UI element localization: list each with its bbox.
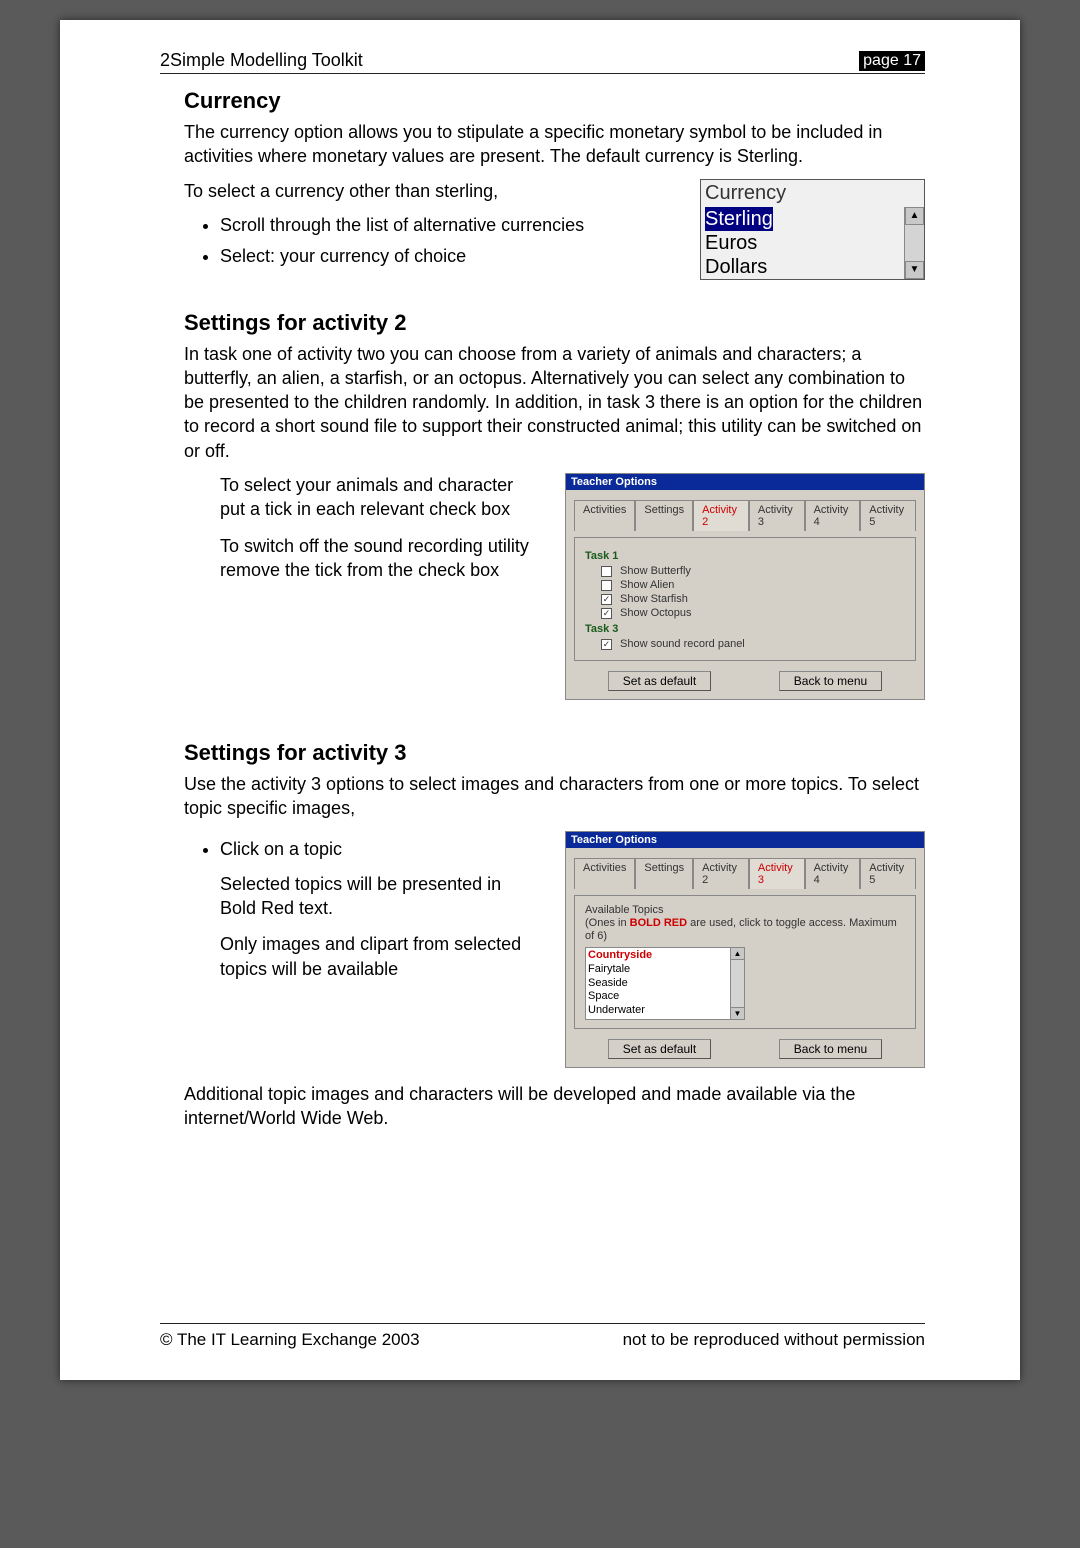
- currency-lead: To select a currency other than sterling…: [184, 179, 670, 203]
- tab-activities[interactable]: Activities: [574, 500, 635, 531]
- doc-title: 2Simple Modelling Toolkit: [160, 50, 363, 71]
- checkbox-row-alien[interactable]: Show Alien: [601, 579, 905, 591]
- checkbox-label: Show Alien: [620, 579, 674, 591]
- topics-hint: (Ones in BOLD RED are used, click to tog…: [585, 917, 905, 943]
- topic-space[interactable]: Space: [588, 990, 728, 1004]
- tab-activity-3[interactable]: Activity 3: [749, 500, 805, 531]
- checkbox-icon[interactable]: ✓: [601, 594, 612, 605]
- checkbox-label: Show Octopus: [620, 607, 692, 619]
- activity2-instruction-1: To select your animals and character put…: [220, 473, 535, 522]
- back-to-menu-button[interactable]: Back to menu: [779, 671, 882, 691]
- checkbox-icon[interactable]: ✓: [601, 639, 612, 650]
- teacher-options-panel-act3: Teacher Options Activities Settings Acti…: [565, 831, 925, 1068]
- tab-content-act3: Available Topics (Ones in BOLD RED are u…: [574, 895, 916, 1029]
- topic-countryside[interactable]: Countryside: [588, 949, 728, 963]
- teacher-options-panel-act2: Teacher Options Activities Settings Acti…: [565, 473, 925, 700]
- topic-fairytale[interactable]: Fairytale: [588, 963, 728, 977]
- activity3-note-1: Selected topics will be presented in Bol…: [220, 872, 535, 921]
- task1-label: Task 1: [585, 550, 905, 562]
- tab-activity-2[interactable]: Activity 2: [693, 500, 749, 531]
- scroll-up-icon[interactable]: ▲: [731, 948, 744, 960]
- checkbox-icon[interactable]: [601, 566, 612, 577]
- currency-heading: Currency: [184, 88, 925, 114]
- topic-underwater[interactable]: Underwater: [588, 1004, 728, 1018]
- set-default-button[interactable]: Set as default: [608, 671, 711, 691]
- page-number-tag: page 17: [859, 51, 925, 71]
- back-to-menu-button[interactable]: Back to menu: [779, 1039, 882, 1059]
- checkbox-label: Show Starfish: [620, 593, 688, 605]
- activity3-intro: Use the activity 3 options to select ima…: [184, 772, 925, 821]
- checkbox-row-butterfly[interactable]: Show Butterfly: [601, 565, 905, 577]
- activity3-step-1: Click on a topic: [220, 837, 535, 862]
- tab-activities[interactable]: Activities: [574, 858, 635, 889]
- checkbox-icon[interactable]: ✓: [601, 608, 612, 619]
- tab-strip: Activities Settings Activity 2 Activity …: [574, 858, 916, 889]
- footer-copyright: © The IT Learning Exchange 2003: [160, 1330, 420, 1350]
- topic-seaside[interactable]: Seaside: [588, 977, 728, 991]
- checkbox-row-starfish[interactable]: ✓ Show Starfish: [601, 593, 905, 605]
- tab-settings[interactable]: Settings: [635, 858, 693, 889]
- task3-label: Task 3: [585, 623, 905, 635]
- panel-titlebar: Teacher Options: [566, 832, 924, 848]
- activity3-note-2: Only images and clipart from selected to…: [220, 932, 535, 981]
- tab-activity-4[interactable]: Activity 4: [805, 500, 861, 531]
- checkbox-icon[interactable]: [601, 580, 612, 591]
- checkbox-label: Show sound record panel: [620, 638, 745, 650]
- activity2-instruction-2: To switch off the sound recording utilit…: [220, 534, 535, 583]
- activity2-heading: Settings for activity 2: [184, 310, 925, 336]
- scroll-down-icon[interactable]: ▼: [905, 261, 924, 279]
- checkbox-row-octopus[interactable]: ✓ Show Octopus: [601, 607, 905, 619]
- activity3-outro: Additional topic images and characters w…: [184, 1082, 925, 1131]
- currency-selector: Currency Sterling Euros Dollars ▲ ▼: [700, 179, 925, 280]
- tab-activity-2[interactable]: Activity 2: [693, 858, 749, 889]
- currency-step-2: Select: your currency of choice: [220, 244, 670, 269]
- footer-notice: not to be reproduced without permission: [623, 1330, 925, 1350]
- activity2-intro: In task one of activity two you can choo…: [184, 342, 925, 463]
- scroll-up-icon[interactable]: ▲: [905, 207, 924, 225]
- tab-strip: Activities Settings Activity 2 Activity …: [574, 500, 916, 531]
- currency-scrollbar[interactable]: ▲ ▼: [904, 207, 924, 279]
- tab-content-act2: Task 1 Show Butterfly Show Alien ✓ Show S…: [574, 537, 916, 661]
- currency-option-sterling[interactable]: Sterling: [701, 207, 904, 231]
- available-topics-label: Available Topics: [585, 904, 905, 917]
- currency-option-euros[interactable]: Euros: [701, 231, 904, 255]
- listbox-scrollbar[interactable]: ▲ ▼: [731, 947, 745, 1020]
- checkbox-label: Show Butterfly: [620, 565, 691, 577]
- currency-option-dollars[interactable]: Dollars: [701, 255, 904, 279]
- activity3-heading: Settings for activity 3: [184, 740, 925, 766]
- tab-activity-5[interactable]: Activity 5: [860, 500, 916, 531]
- page-footer: © The IT Learning Exchange 2003 not to b…: [160, 1323, 925, 1350]
- currency-selector-title: Currency: [701, 180, 924, 207]
- page: 2Simple Modelling Toolkit page 17 Curren…: [60, 20, 1020, 1380]
- tab-activity-3[interactable]: Activity 3: [749, 858, 805, 889]
- topics-listbox[interactable]: Countryside Fairytale Seaside Space Unde…: [585, 947, 745, 1020]
- tab-settings[interactable]: Settings: [635, 500, 693, 531]
- checkbox-row-sound[interactable]: ✓ Show sound record panel: [601, 638, 905, 650]
- header: 2Simple Modelling Toolkit page 17: [160, 50, 925, 74]
- scroll-down-icon[interactable]: ▼: [731, 1007, 744, 1019]
- currency-intro: The currency option allows you to stipul…: [184, 120, 925, 169]
- tab-activity-4[interactable]: Activity 4: [805, 858, 861, 889]
- panel-titlebar: Teacher Options: [566, 474, 924, 490]
- set-default-button[interactable]: Set as default: [608, 1039, 711, 1059]
- tab-activity-5[interactable]: Activity 5: [860, 858, 916, 889]
- currency-step-1: Scroll through the list of alternative c…: [220, 213, 670, 238]
